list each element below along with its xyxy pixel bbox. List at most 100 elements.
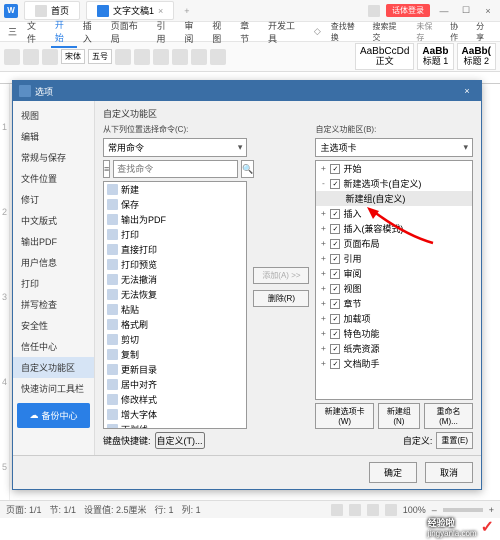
menu-start[interactable]: 开始 — [51, 16, 77, 48]
checkbox[interactable]: ✓ — [330, 209, 340, 219]
sidebar-item-view[interactable]: 视图 — [13, 105, 94, 126]
menu-search[interactable]: 搜索提交 — [369, 19, 409, 45]
zoom-slider[interactable] — [443, 508, 483, 512]
sidebar-item-print[interactable]: 打印 — [13, 273, 94, 294]
tree-item[interactable]: -✓新建选项卡(自定义) — [316, 176, 472, 191]
view-mode-icon-3[interactable] — [367, 504, 379, 516]
underline-icon[interactable] — [153, 49, 169, 65]
menu-devtools[interactable]: 开发工具 — [264, 17, 308, 47]
cancel-button[interactable]: 取消 — [425, 462, 473, 483]
command-item[interactable]: 粘贴 — [104, 302, 246, 317]
customize-shortcuts-button[interactable]: 自定义(T)... — [155, 432, 205, 449]
tree-item[interactable]: +✓开始 — [316, 161, 472, 176]
checkbox[interactable]: ✓ — [330, 179, 340, 189]
tree-item[interactable]: +✓插入(兼容模式) — [316, 221, 472, 236]
list-icon[interactable]: ≡ — [103, 160, 110, 178]
cut-icon[interactable] — [23, 49, 39, 65]
style-normal[interactable]: AaBbCcDd正文 — [355, 43, 414, 70]
command-item[interactable]: 增大字体 — [104, 407, 246, 422]
commands-listbox[interactable]: 新建保存输出为PDF打印直接打印打印预览无法撤消无法恢复粘贴格式刷剪切复制更新目… — [103, 181, 247, 429]
sidebar-item-userinfo[interactable]: 用户信息 — [13, 252, 94, 273]
commands-source-select[interactable]: 常用命令 — [103, 138, 247, 157]
tree-item[interactable]: +✓加载项 — [316, 311, 472, 326]
expand-icon[interactable]: + — [319, 254, 327, 263]
view-mode-icon-2[interactable] — [349, 504, 361, 516]
italic-icon[interactable] — [134, 49, 150, 65]
sidebar-item-security[interactable]: 安全性 — [13, 315, 94, 336]
checkbox[interactable]: ✓ — [330, 239, 340, 249]
command-item[interactable]: 新建 — [104, 182, 246, 197]
bold-icon[interactable] — [115, 49, 131, 65]
font-select[interactable]: 宋体 — [61, 49, 85, 64]
expand-icon[interactable]: + — [319, 284, 327, 293]
expand-icon[interactable]: + — [319, 344, 327, 353]
menu-view[interactable]: 视图 — [208, 17, 234, 47]
command-item[interactable]: 更新目录 — [104, 362, 246, 377]
sidebar-item-qat[interactable]: 快速访问工具栏 — [13, 378, 94, 399]
strike-icon[interactable] — [172, 49, 188, 65]
zoom-in-button[interactable]: + — [489, 505, 494, 515]
tree-item[interactable]: +✓文档助手 — [316, 356, 472, 371]
tree-item[interactable]: +✓插入 — [316, 206, 472, 221]
command-item[interactable]: 修改样式 — [104, 392, 246, 407]
expand-icon[interactable]: + — [319, 299, 327, 308]
sidebar-item-asianlayout[interactable]: 中文版式 — [13, 210, 94, 231]
expand-icon[interactable]: + — [319, 314, 327, 323]
format-painter-icon[interactable] — [42, 49, 58, 65]
tree-item[interactable]: +✓纸壳资源 — [316, 341, 472, 356]
command-item[interactable]: 无法恢复 — [104, 287, 246, 302]
sidebar-item-revision[interactable]: 修订 — [13, 189, 94, 210]
zoom-out-button[interactable]: – — [432, 505, 437, 515]
grid-icon[interactable] — [368, 5, 380, 17]
menu-section[interactable]: 章节 — [236, 17, 262, 47]
menu-findreplace[interactable]: 查找替换 — [327, 19, 367, 45]
remove-button[interactable]: 删除(R) — [253, 290, 309, 307]
font-color-icon[interactable] — [191, 49, 207, 65]
tree-item[interactable]: +✓页面布局 — [316, 236, 472, 251]
menu-collab[interactable]: 协作 — [446, 19, 470, 45]
command-item[interactable]: 无法撤消 — [104, 272, 246, 287]
checkbox[interactable]: ✓ — [330, 314, 340, 324]
add-button[interactable]: 添加(A) >> — [253, 267, 309, 284]
menu-file[interactable]: 文件 — [23, 17, 49, 47]
checkbox[interactable]: ✓ — [330, 344, 340, 354]
tree-item[interactable]: +✓审阅 — [316, 266, 472, 281]
ribbon-tabs-select[interactable]: 主选项卡 — [315, 138, 473, 157]
command-item[interactable]: 保存 — [104, 197, 246, 212]
sidebar-item-spellcheck[interactable]: 拼写检查 — [13, 294, 94, 315]
expand-icon[interactable]: + — [319, 224, 327, 233]
sidebar-item-customribbon[interactable]: 自定义功能区 — [13, 357, 94, 378]
paste-icon[interactable] — [4, 49, 20, 65]
checkbox[interactable]: ✓ — [330, 164, 340, 174]
minimize-button[interactable]: — — [436, 6, 452, 16]
rename-button[interactable]: 重命名(M)... — [424, 403, 473, 429]
checkbox[interactable]: ✓ — [330, 299, 340, 309]
menu-reference[interactable]: 引用 — [152, 17, 178, 47]
tree-item[interactable]: +✓特色功能 — [316, 326, 472, 341]
command-item[interactable]: 复制 — [104, 347, 246, 362]
view-mode-icon-4[interactable] — [385, 504, 397, 516]
tree-item[interactable]: +✓章节 — [316, 296, 472, 311]
new-tab-button[interactable]: + — [180, 6, 193, 16]
command-item[interactable]: 直接打印 — [104, 242, 246, 257]
command-item[interactable]: 输出为PDF — [104, 212, 246, 227]
dialog-titlebar[interactable]: 选项 × — [13, 81, 481, 101]
sidebar-item-exportpdf[interactable]: 输出PDF — [13, 231, 94, 252]
style-heading1[interactable]: AaBb标题 1 — [417, 43, 453, 70]
checkbox[interactable]: ✓ — [330, 224, 340, 234]
new-group-button[interactable]: 新建组(N) — [378, 403, 420, 429]
menu-insert[interactable]: 插入 — [79, 17, 105, 47]
checkbox[interactable]: ✓ — [330, 359, 340, 369]
style-heading2[interactable]: AaBb(标题 2 — [457, 43, 496, 70]
expand-icon[interactable]: + — [319, 209, 327, 218]
checkbox[interactable]: ✓ — [330, 254, 340, 264]
tree-item[interactable]: +✓引用 — [316, 251, 472, 266]
close-icon[interactable]: × — [158, 6, 163, 16]
menu-pagelayout[interactable]: 页面布局 — [107, 17, 151, 47]
expand-icon[interactable]: + — [319, 239, 327, 248]
reset-button[interactable]: 重置(E) — [436, 432, 473, 449]
menu-review[interactable]: 审阅 — [180, 17, 206, 47]
checkbox[interactable]: ✓ — [330, 284, 340, 294]
expand-icon[interactable]: + — [319, 359, 327, 368]
menu-share[interactable]: 分享 — [472, 19, 496, 45]
